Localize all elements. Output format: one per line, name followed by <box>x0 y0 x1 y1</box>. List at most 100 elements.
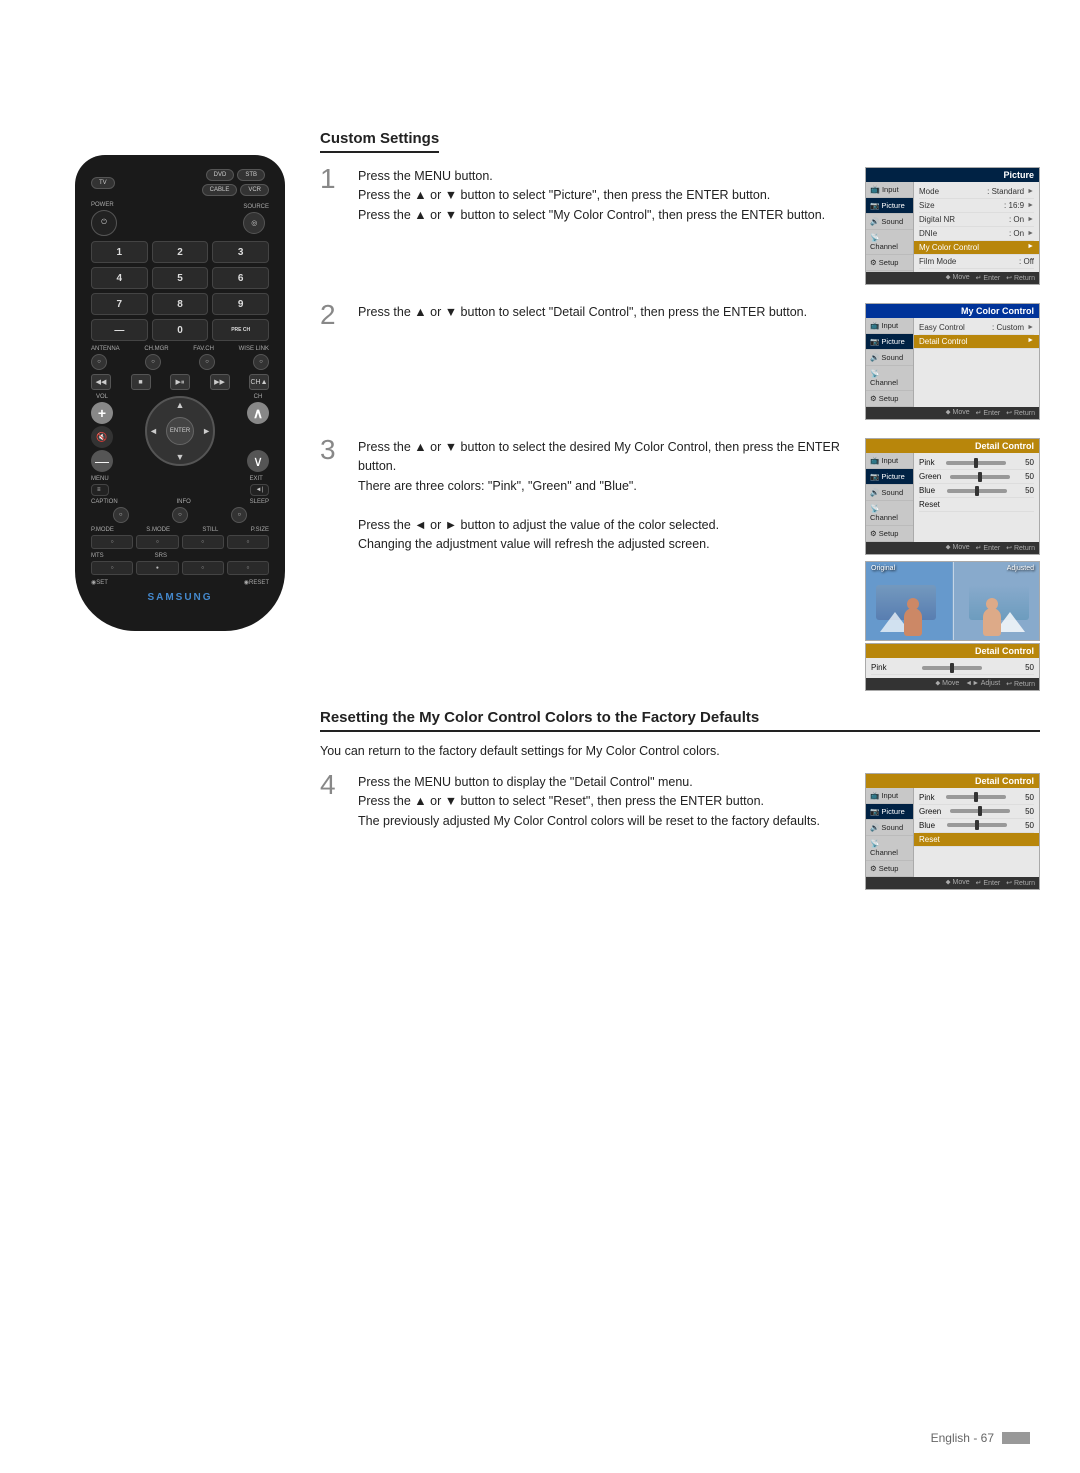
num-7-button[interactable]: 7 <box>91 293 148 315</box>
tv-button[interactable]: TV <box>91 177 115 189</box>
info-button[interactable]: ○ <box>172 507 188 523</box>
page-footer: English - 67 <box>931 1431 1030 1445</box>
nav-right-button[interactable]: ► <box>202 426 211 436</box>
play-pause-button[interactable]: ▶⏸ <box>170 374 190 390</box>
blue-slider-row: Blue 50 <box>919 484 1034 498</box>
antenna-button[interactable]: ○ <box>91 354 107 370</box>
footer-bar <box>1002 1432 1030 1444</box>
screen4-footer: ⬥ Move↵ Enter↩ Return <box>866 877 1039 889</box>
content-area: Custom Settings 1 Press the MENU button.… <box>320 130 1040 908</box>
screen2-header: My Color Control <box>866 304 1039 318</box>
exit-button[interactable]: ◄| <box>250 484 270 496</box>
step-1-screen: Picture 📺Input 📷 Picture 🔊 Sound 📡 Chann… <box>865 167 1040 285</box>
my-color-row: My Color Control ► <box>914 241 1039 255</box>
step-2-screen: My Color Control 📺 Input 📷 Picture 🔊 Sou… <box>865 303 1040 420</box>
nav-up-button[interactable]: ▲ <box>176 400 185 410</box>
ch-up-button[interactable]: CH▲ <box>249 374 269 390</box>
num-9-button[interactable]: 9 <box>212 293 269 315</box>
mini-pink-row: Pink 50 <box>871 661 1034 675</box>
sidebar4-picture: 📷 Picture <box>866 804 913 820</box>
section2-desc: You can return to the factory default se… <box>320 742 1040 761</box>
sidebar3-picture: 📷 Picture <box>866 469 913 485</box>
sidebar2-picture: 📷 Picture <box>866 334 913 350</box>
sidebar-input: 📺Input <box>866 182 913 198</box>
vcr-button[interactable]: VCR <box>240 184 269 196</box>
stb-button[interactable]: STB <box>237 169 265 181</box>
sidebar-channel: 📡 Channel <box>866 230 913 255</box>
screen1-footer: ⬥ Move↵ Enter↩ Return <box>866 272 1039 284</box>
num-0-button[interactable]: 0 <box>152 319 209 341</box>
num-4-button[interactable]: 4 <box>91 267 148 289</box>
mode-row: Mode : Standard ► <box>919 185 1034 199</box>
fav-ch-button[interactable]: ○ <box>199 354 215 370</box>
step-2-number: 2 <box>320 301 348 329</box>
step-3-text: Press the ▲ or ▼ button to select the de… <box>358 438 855 554</box>
screen3-footer: ⬥ Move↵ Enter↩ Return <box>866 542 1039 554</box>
extra1-button[interactable]: ○ <box>182 561 224 575</box>
original-label: Original <box>871 565 895 572</box>
num-1-button[interactable]: 1 <box>91 241 148 263</box>
mute-button[interactable]: 🔇 <box>91 426 113 448</box>
film-mode-row: Film Mode : Off <box>919 255 1034 269</box>
wise-link-button[interactable]: ○ <box>253 354 269 370</box>
sidebar3-input: 📺 Input <box>866 453 913 469</box>
num-8-button[interactable]: 8 <box>152 293 209 315</box>
section-title: Custom Settings <box>320 130 439 153</box>
dvd-button[interactable]: DVD <box>206 169 235 181</box>
nav-down-button[interactable]: ▼ <box>176 452 185 462</box>
sidebar4-sound: 🔊 Sound <box>866 820 913 836</box>
screen2-footer: ⬥ Move↵ Enter↩ Return <box>866 407 1039 419</box>
vol-up-button[interactable]: + <box>91 402 113 424</box>
power-button[interactable]: ⏻ <box>91 210 117 236</box>
green-slider-row: Green 50 <box>919 470 1034 484</box>
screen4-header: Detail Control <box>866 774 1039 788</box>
ch-mgr-button[interactable]: ○ <box>145 354 161 370</box>
navigation-ring: ▲ ▼ ◄ ► ENTER <box>145 396 215 466</box>
source-button[interactable]: ◎ <box>243 212 265 234</box>
cable-button[interactable]: CABLE <box>202 184 238 196</box>
stop-button[interactable]: ■ <box>131 374 151 390</box>
srs-button[interactable]: ● <box>136 561 178 575</box>
s-mode-button[interactable]: ○ <box>136 535 178 549</box>
step-4-number: 4 <box>320 771 348 799</box>
pre-ch-button[interactable]: PRE CH <box>212 319 269 341</box>
mts-button[interactable]: ○ <box>91 561 133 575</box>
vol-down-button[interactable]: — <box>91 450 113 472</box>
num-3-button[interactable]: 3 <box>212 241 269 263</box>
sidebar4-setup: ⚙ Setup <box>866 861 913 877</box>
s4-reset-row: Reset <box>914 833 1039 847</box>
step-4-screen: Detail Control 📺 Input 📷 Picture 🔊 Sound… <box>865 773 1040 890</box>
dash-button[interactable]: — <box>91 319 148 341</box>
nav-left-button[interactable]: ◄ <box>149 426 158 436</box>
ch-up-nav-button[interactable]: ∧ <box>247 402 269 424</box>
reset-row: Reset <box>919 498 1034 512</box>
ch-down-button[interactable]: ∨ <box>247 450 269 472</box>
step-1-number: 1 <box>320 165 348 193</box>
enter-button[interactable]: ENTER <box>166 417 194 445</box>
photo-compare: Original Adjusted <box>865 561 1040 641</box>
p-size-button[interactable]: ○ <box>227 535 269 549</box>
screen1-header: Picture <box>866 168 1039 182</box>
sleep-button[interactable]: ○ <box>231 507 247 523</box>
num-6-button[interactable]: 6 <box>212 267 269 289</box>
rew-button[interactable]: ◀◀ <box>91 374 111 390</box>
sidebar3-sound: 🔊 Sound <box>866 485 913 501</box>
sidebar2-channel: 📡 Channel <box>866 366 913 391</box>
num-2-button[interactable]: 2 <box>152 241 209 263</box>
sidebar3-channel: 📡 Channel <box>866 501 913 526</box>
sidebar2-sound: 🔊 Sound <box>866 350 913 366</box>
extra2-button[interactable]: ○ <box>227 561 269 575</box>
p-mode-button[interactable]: ○ <box>91 535 133 549</box>
sidebar3-setup: ⚙ Setup <box>866 526 913 542</box>
caption-button[interactable]: ○ <box>113 507 129 523</box>
adjusted-label: Adjusted <box>1007 565 1034 572</box>
menu-button[interactable]: ≡ <box>91 484 109 496</box>
still-button[interactable]: ○ <box>182 535 224 549</box>
step-3-number: 3 <box>320 436 348 464</box>
detail-control-row: Detail Control ► <box>914 335 1039 349</box>
ff-button[interactable]: ▶▶ <box>210 374 230 390</box>
num-5-button[interactable]: 5 <box>152 267 209 289</box>
sidebar4-input: 📺 Input <box>866 788 913 804</box>
easy-control-row: Easy Control : Custom ► <box>919 321 1034 335</box>
s4-blue-row: Blue 50 <box>919 819 1034 833</box>
